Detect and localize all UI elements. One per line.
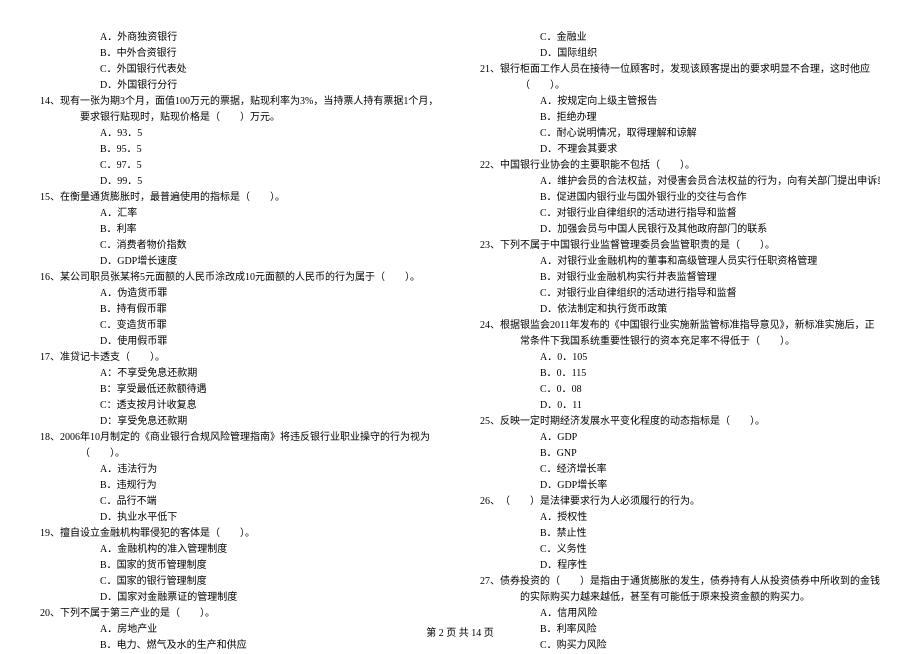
q15-opt-c: C．消费者物价指数 — [40, 238, 440, 254]
q14-opt-c: C．97．5 — [40, 158, 440, 174]
q14-opt-a: A．93．5 — [40, 126, 440, 142]
q16-stem: 16、某公司职员张某将5元面额的人民币涂改成10元面额的人民币的行为属于（ ）。 — [40, 270, 440, 286]
q26-stem: 26、（ ）是法律要求行为人必须履行的行为。 — [480, 494, 880, 510]
q19-opt-a: A．金融机构的准入管理制度 — [40, 542, 440, 558]
q23-stem: 23、下列不属于中国银行业监督管理委员会监管职责的是（ ）。 — [480, 238, 880, 254]
q15-stem: 15、在衡量通货膨胀时，最普遍使用的指标是（ ）。 — [40, 190, 440, 206]
q17-opt-c: C：透支按月计收复息 — [40, 398, 440, 414]
q13-opt-b: B．中外合资银行 — [40, 46, 440, 62]
q25-opt-b: B．GNP — [480, 446, 880, 462]
q25-opt-d: D．GDP增长率 — [480, 478, 880, 494]
q16-opt-b: B．持有假币罪 — [40, 302, 440, 318]
q22-opt-c: C．对银行业自律组织的活动进行指导和监督 — [480, 206, 880, 222]
q22-stem: 22、中国银行业协会的主要职能不包括（ ）。 — [480, 158, 880, 174]
q19-stem: 19、擅自设立金融机构罪侵犯的客体是（ ）。 — [40, 526, 440, 542]
q22-opt-a: A．维护会员的合法权益，对侵害会员合法权益的行为，向有关部门提出申诉或要求 — [480, 174, 880, 190]
q26-opt-c: C．义务性 — [480, 542, 880, 558]
q23-opt-b: B．对银行业金融机构实行并表监督管理 — [480, 270, 880, 286]
q19-opt-d: D．国家对金融票证的管理制度 — [40, 590, 440, 606]
q17-stem: 17、准贷记卡透支（ ）。 — [40, 350, 440, 366]
q17-opt-a: A：不享受免息还款期 — [40, 366, 440, 382]
q14-opt-b: B．95．5 — [40, 142, 440, 158]
q15-opt-b: B．利率 — [40, 222, 440, 238]
q14-stem: 14、现有一张为期3个月，面值100万元的票据，贴现利率为3%，当持票人持有票据… — [40, 94, 440, 126]
q23-opt-a: A．对银行业金融机构的董事和高级管理人员实行任职资格管理 — [480, 254, 880, 270]
q18-opt-d: D．执业水平低下 — [40, 510, 440, 526]
q19-opt-b: B．国家的货币管理制度 — [40, 558, 440, 574]
q23-opt-d: D．依法制定和执行货币政策 — [480, 302, 880, 318]
q17-opt-b: B：享受最低还款额待遇 — [40, 382, 440, 398]
q13-opt-a: A．外商独资银行 — [40, 30, 440, 46]
page-footer: 第 2 页 共 14 页 — [0, 626, 920, 642]
q25-opt-a: A．GDP — [480, 430, 880, 446]
q13-opt-c: C．外国银行代表处 — [40, 62, 440, 78]
q20-stem: 20、下列不属于第三产业的是（ ）。 — [40, 606, 440, 622]
q14-opt-d: D．99．5 — [40, 174, 440, 190]
q24-opt-a: A．0．105 — [480, 350, 880, 366]
q21-opt-b: B．拒绝办理 — [480, 110, 880, 126]
q15-opt-a: A．汇率 — [40, 206, 440, 222]
q26-opt-a: A．授权性 — [480, 510, 880, 526]
q27-opt-a: A．信用风险 — [480, 606, 880, 622]
q23-opt-c: C．对银行业自律组织的活动进行指导和监督 — [480, 286, 880, 302]
q27-stem: 27、债券投资的（ ）是指由于通货膨胀的发生，债券持有人从投资债券中所收到的金钱… — [480, 574, 880, 606]
q21-stem: 21、银行柜面工作人员在接待一位顾客时，发现该顾客提出的要求明显不合理，这时他应… — [480, 62, 880, 94]
q22-opt-d: D．加强会员与中国人民银行及其他政府部门的联系 — [480, 222, 880, 238]
q13-opt-d: D．外国银行分行 — [40, 78, 440, 94]
q21-opt-c: C．耐心说明情况，取得理解和谅解 — [480, 126, 880, 142]
q16-opt-d: D．使用假币罪 — [40, 334, 440, 350]
two-column-layout: A．外商独资银行 B．中外合资银行 C．外国银行代表处 D．外国银行分行 14、… — [40, 30, 880, 654]
q18-opt-c: C．品行不端 — [40, 494, 440, 510]
q16-opt-a: A．伪造货币罪 — [40, 286, 440, 302]
q21-opt-a: A．按规定向上级主管报告 — [480, 94, 880, 110]
q25-opt-c: C．经济增长率 — [480, 462, 880, 478]
q22-opt-b: B．促进国内银行业与国外银行业的交往与合作 — [480, 190, 880, 206]
left-column: A．外商独资银行 B．中外合资银行 C．外国银行代表处 D．外国银行分行 14、… — [40, 30, 440, 654]
q18-opt-a: A．违法行为 — [40, 462, 440, 478]
q19-opt-c: C．国家的银行管理制度 — [40, 574, 440, 590]
q18-opt-b: B．违规行为 — [40, 478, 440, 494]
q25-stem: 25、反映一定时期经济发展水平变化程度的动态指标是（ ）。 — [480, 414, 880, 430]
q18-stem: 18、2006年10月制定的《商业银行合规风险管理指南》将违反银行业职业操守的行… — [40, 430, 440, 462]
q24-opt-b: B．0．115 — [480, 366, 880, 382]
q17-opt-d: D：享受免息还款期 — [40, 414, 440, 430]
q21-opt-d: D．不理会其要求 — [480, 142, 880, 158]
q24-opt-d: D．0．11 — [480, 398, 880, 414]
q16-opt-c: C．变造货币罪 — [40, 318, 440, 334]
q15-opt-d: D．GDP增长速度 — [40, 254, 440, 270]
right-column: C．金融业 D．国际组织 21、银行柜面工作人员在接待一位顾客时，发现该顾客提出… — [480, 30, 880, 654]
q26-opt-b: B．禁止性 — [480, 526, 880, 542]
q20-opt-c: C．金融业 — [480, 30, 880, 46]
q26-opt-d: D．程序性 — [480, 558, 880, 574]
q24-opt-c: C．0．08 — [480, 382, 880, 398]
q24-stem: 24、根据银监会2011年发布的《中国银行业实施新监管标准指导意见》，新标准实施… — [480, 318, 880, 350]
q20-opt-d: D．国际组织 — [480, 46, 880, 62]
